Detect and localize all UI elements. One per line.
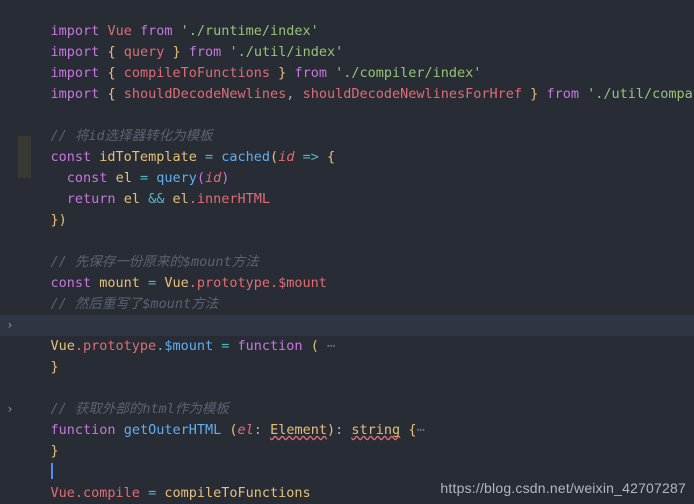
code-line[interactable]: const el = query(id) [0, 147, 694, 186]
code-line-active[interactable]: › Vue.prototype.$mount = function ( ⋯ [0, 315, 694, 354]
fold-arrow-icon[interactable]: › [3, 399, 17, 420]
watermark-url: https://blog.csdn.net/weixin_42707287 [440, 480, 686, 496]
code-line[interactable]: import { shouldDecodeNewlines, shouldDec… [0, 63, 694, 102]
code-line[interactable]: const mount = Vue.prototype.$mount [0, 252, 694, 291]
code-line[interactable]: import { query } from './util/index' [0, 21, 694, 60]
code-line[interactable]: // 获取外部的html作为模板 [0, 378, 694, 417]
code-line[interactable]: } [0, 336, 694, 375]
code-line[interactable]: // 将id选择器转化为模板 [0, 105, 694, 144]
code-line[interactable]: import { compileToFunctions } from './co… [0, 42, 694, 81]
code-line-blank[interactable] [0, 210, 694, 231]
code-line[interactable]: }) [0, 189, 694, 228]
code-line[interactable]: } [0, 420, 694, 459]
code-line[interactable]: // 为什么要重写$mount，是为了让编译器编译模板使用 [0, 294, 694, 333]
code-line-blank[interactable] [0, 84, 694, 105]
code-line[interactable]: return el && el.innerHTML [0, 168, 694, 207]
code-line[interactable]: import Vue from './runtime/index' [0, 0, 694, 39]
fold-arrow-icon[interactable]: › [3, 315, 17, 336]
code-line[interactable]: // 然后重写了$mount方法 [0, 273, 694, 312]
code-line[interactable]: // 先保存一份原来的$mount方法 [0, 231, 694, 270]
code-line[interactable]: const idToTemplate = cached(id => { [0, 126, 694, 165]
code-line-blank[interactable] [0, 357, 694, 378]
code-line[interactable]: › function getOuterHTML (el: Element): st… [0, 399, 694, 438]
code-editor[interactable]: import Vue from './runtime/index' import… [0, 0, 694, 504]
code-line-cursor[interactable] [0, 441, 694, 479]
